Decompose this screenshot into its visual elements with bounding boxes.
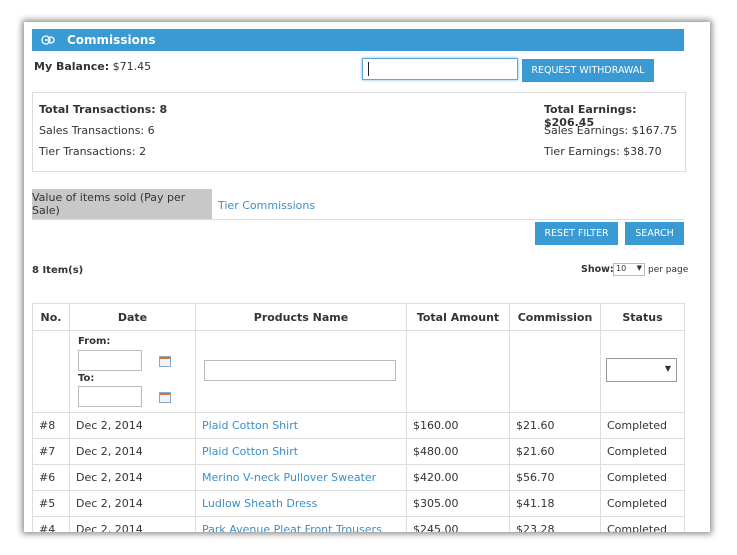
- product-name-filter-input[interactable]: [204, 360, 396, 381]
- withdraw-amount-input[interactable]: [362, 58, 518, 80]
- row-amount: $420.00: [406, 464, 510, 491]
- row-amount: $245.00: [406, 516, 510, 532]
- table-row: #8 Dec 2, 2014 Plaid Cotton Shirt $160.0…: [32, 412, 685, 439]
- text-caret: [368, 62, 369, 76]
- row-amount: $480.00: [406, 438, 510, 465]
- chevron-down-icon: ▼: [664, 364, 671, 373]
- table-row: #5 Dec 2, 2014 Ludlow Sheath Dress $305.…: [32, 490, 685, 517]
- date-from-input[interactable]: [78, 350, 142, 371]
- balance-label: My Balance:: [34, 60, 110, 73]
- per-page-label: per page: [648, 265, 689, 275]
- status-filter-select[interactable]: ▼: [606, 358, 677, 382]
- commissions-panel: Commissions My Balance: $71.45 REQUEST W…: [24, 22, 710, 532]
- row-no: #6: [32, 464, 70, 491]
- show-label: Show:: [581, 264, 614, 275]
- my-balance: My Balance: $71.45: [34, 60, 151, 73]
- row-date: Dec 2, 2014: [69, 438, 196, 465]
- row-date: Dec 2, 2014: [69, 412, 196, 439]
- row-no: #5: [32, 490, 70, 517]
- calendar-icon[interactable]: [159, 356, 171, 367]
- row-amount: $305.00: [406, 490, 510, 517]
- row-commission: $21.60: [509, 412, 601, 439]
- row-commission: $23.28: [509, 516, 601, 532]
- row-status: Completed: [600, 490, 685, 517]
- row-no: #8: [32, 412, 70, 439]
- commission-icon: [41, 35, 55, 45]
- commissions-table: No. Date Products Name Total Amount Comm…: [32, 303, 685, 532]
- table-row: #4 Dec 2, 2014 Park Avenue Pleat Front T…: [32, 516, 685, 532]
- tabs-divider: [32, 219, 684, 220]
- row-date: Dec 2, 2014: [69, 516, 196, 532]
- tier-transactions: Tier Transactions: 2: [39, 145, 147, 158]
- to-label: To:: [78, 373, 95, 384]
- request-withdrawal-button[interactable]: REQUEST WITHDRAWAL: [522, 59, 654, 82]
- row-status: Completed: [600, 464, 685, 491]
- per-page-control: Show: 10 ▼ per page: [581, 263, 688, 276]
- row-status: Completed: [600, 438, 685, 465]
- col-total-amount[interactable]: Total Amount: [406, 303, 510, 331]
- row-commission: $21.60: [509, 438, 601, 465]
- per-page-value: 10: [616, 264, 627, 273]
- row-no: #4: [32, 516, 70, 532]
- row-product-link[interactable]: Ludlow Sheath Dress: [195, 490, 407, 517]
- table-header-row: No. Date Products Name Total Amount Comm…: [32, 303, 685, 331]
- col-products-name[interactable]: Products Name: [195, 303, 407, 331]
- row-date: Dec 2, 2014: [69, 464, 196, 491]
- row-commission: $56.70: [509, 464, 601, 491]
- date-to-input[interactable]: [78, 386, 142, 407]
- filter-cell-no: [32, 330, 70, 413]
- row-commission: $41.18: [509, 490, 601, 517]
- from-label: From:: [78, 336, 111, 347]
- col-commission[interactable]: Commission: [509, 303, 601, 331]
- col-status[interactable]: Status: [600, 303, 685, 331]
- page-title: Commissions: [67, 33, 156, 47]
- row-product-link[interactable]: Merino V-neck Pullover Sweater: [195, 464, 407, 491]
- tier-earnings: Tier Earnings: $38.70: [544, 145, 662, 158]
- row-date: Dec 2, 2014: [69, 490, 196, 517]
- table-row: #7 Dec 2, 2014 Plaid Cotton Shirt $480.0…: [32, 438, 685, 465]
- total-transactions: Total Transactions: 8: [39, 103, 168, 116]
- row-product-link[interactable]: Plaid Cotton Shirt: [195, 438, 407, 465]
- row-no: #7: [32, 438, 70, 465]
- filter-cell-date: From: To:: [69, 330, 196, 413]
- summary-box: Total Transactions: 8 Sales Transactions…: [32, 92, 686, 172]
- sales-earnings: Sales Earnings: $167.75: [544, 124, 678, 137]
- reset-filter-button[interactable]: RESET FILTER: [535, 222, 618, 245]
- row-product-link[interactable]: Park Avenue Pleat Front Trousers: [195, 516, 407, 532]
- balance-value: $71.45: [112, 60, 152, 73]
- calendar-icon[interactable]: [159, 392, 171, 403]
- row-product-link[interactable]: Plaid Cotton Shirt: [195, 412, 407, 439]
- items-count: 8 Item(s): [32, 265, 84, 276]
- filter-cell-amount: [406, 330, 510, 413]
- tab-pay-per-sale[interactable]: Value of items sold (Pay per Sale): [32, 189, 212, 219]
- filter-cell-product: [195, 330, 407, 413]
- filter-cell-status: ▼: [600, 330, 685, 413]
- row-status: Completed: [600, 412, 685, 439]
- filter-cell-commission: [509, 330, 601, 413]
- search-button[interactable]: SEARCH: [625, 222, 684, 245]
- table-row: #6 Dec 2, 2014 Merino V-neck Pullover Sw…: [32, 464, 685, 491]
- row-status: Completed: [600, 516, 685, 532]
- per-page-select[interactable]: 10 ▼: [613, 263, 645, 276]
- filter-row: From: To: ▼: [32, 330, 685, 413]
- panel-header: Commissions: [32, 29, 684, 51]
- col-no[interactable]: No.: [32, 303, 70, 331]
- col-date[interactable]: Date: [69, 303, 196, 331]
- sales-transactions: Sales Transactions: 6: [39, 124, 155, 137]
- tab-tier-commissions[interactable]: Tier Commissions: [218, 199, 315, 212]
- chevron-down-icon: ▼: [636, 264, 642, 272]
- row-amount: $160.00: [406, 412, 510, 439]
